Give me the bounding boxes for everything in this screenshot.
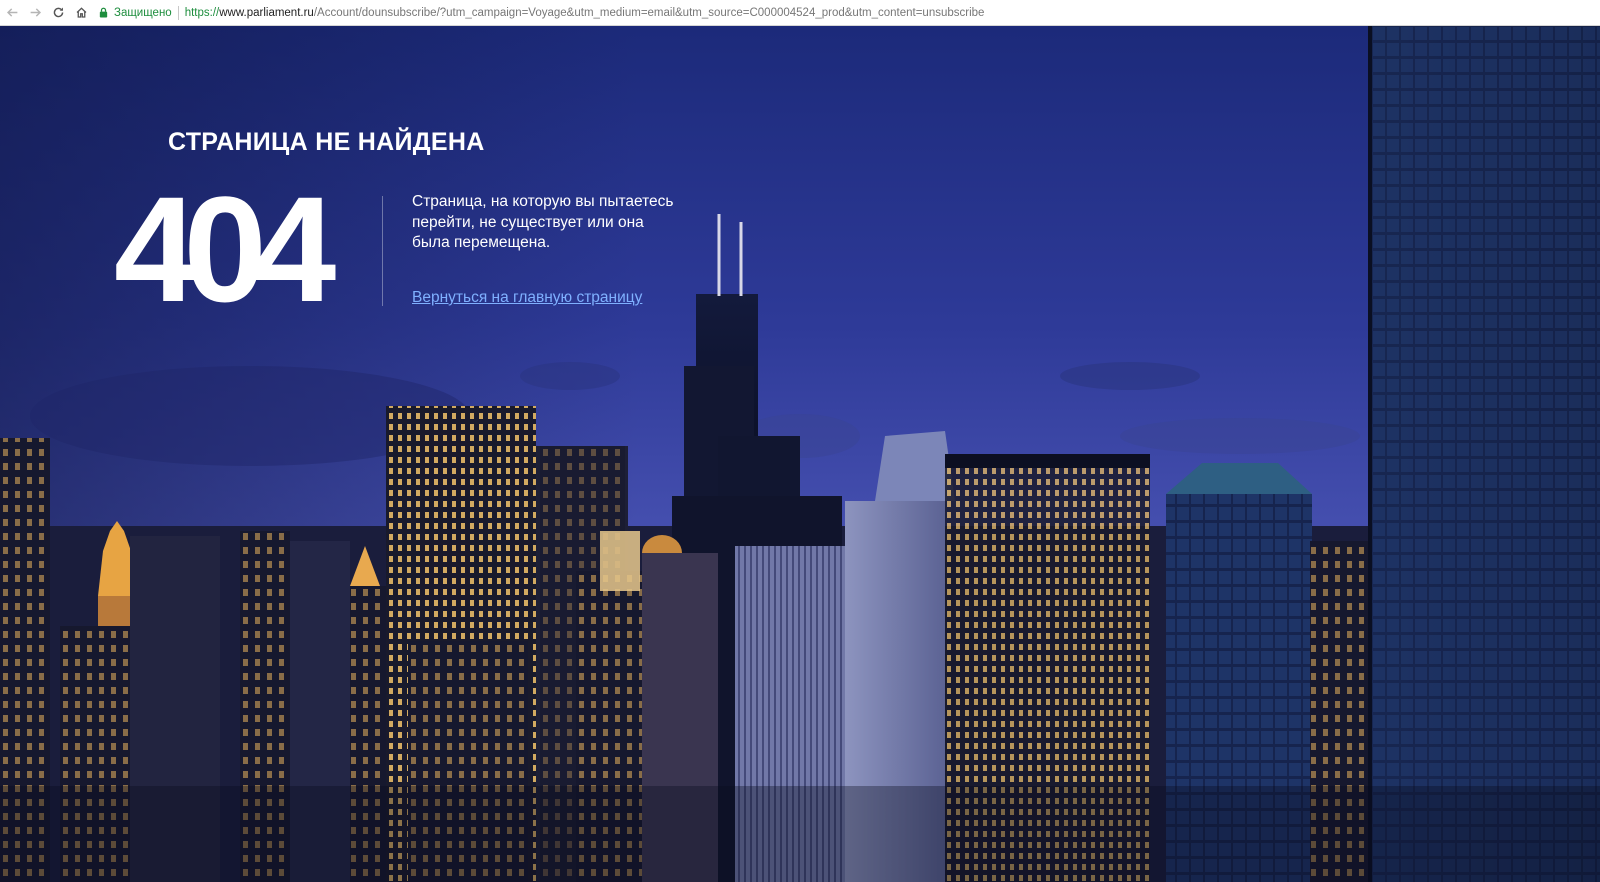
page-title: СТРАНИЦА НЕ НАЙДЕНА [168, 128, 485, 156]
home-icon [76, 7, 86, 18]
forward-button[interactable] [24, 2, 46, 24]
reload-icon [53, 7, 63, 18]
reload-button[interactable] [47, 2, 69, 24]
home-button[interactable] [70, 2, 92, 24]
return-home-link[interactable]: Вернуться на главную страницу [412, 289, 642, 307]
back-button[interactable] [1, 2, 23, 24]
url-path: /Account/dounsubscribe/?utm_campaign=Voy… [313, 6, 985, 19]
browser-toolbar: Защищено https://www.parliament.ru/Accou… [0, 0, 1600, 26]
content-divider [382, 196, 383, 306]
back-arrow-icon [6, 8, 17, 17]
error-message: Страница, на которую вы пытаетесь перейт… [412, 193, 674, 251]
error-code: 404 [114, 165, 336, 333]
security-status-label: Защищено [114, 6, 172, 19]
error-page: СТРАНИЦА НЕ НАЙДЕНА 404 Страница, на кот… [0, 26, 1600, 882]
forward-arrow-icon [30, 8, 41, 17]
omnibox-divider [177, 5, 179, 20]
url-scheme: https:// [184, 6, 220, 19]
address-bar[interactable]: Защищено https://www.parliament.ru/Accou… [98, 2, 984, 24]
url-host: www.parliament.ru [219, 6, 314, 19]
lock-icon [99, 7, 108, 18]
